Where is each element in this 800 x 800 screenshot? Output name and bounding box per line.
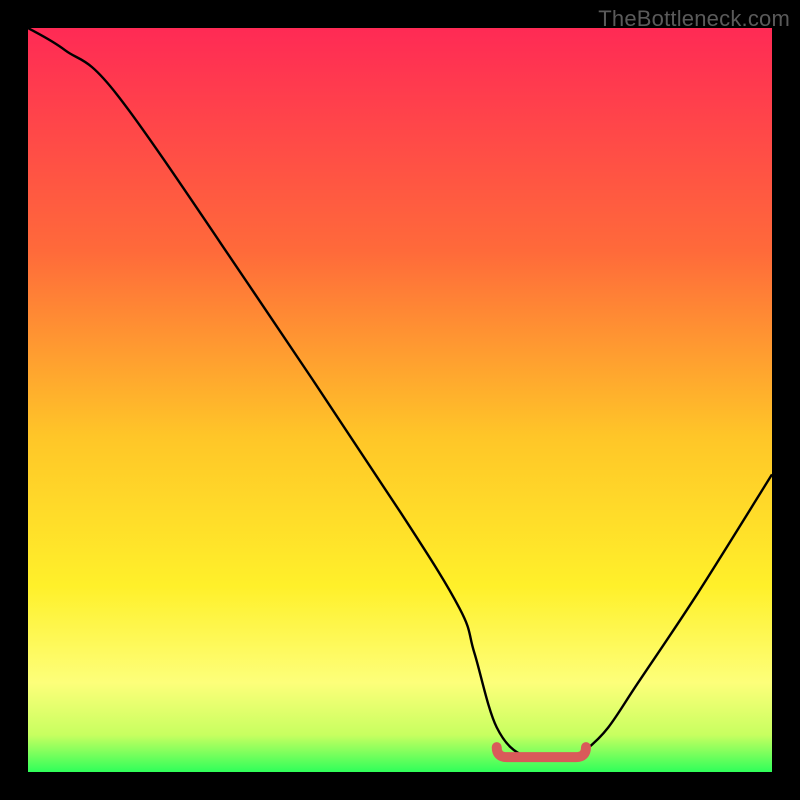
chart-svg xyxy=(28,28,772,772)
chart-frame: TheBottleneck.com xyxy=(0,0,800,800)
gradient-background xyxy=(28,28,772,772)
plot-area xyxy=(28,28,772,772)
watermark-text: TheBottleneck.com xyxy=(598,6,790,32)
